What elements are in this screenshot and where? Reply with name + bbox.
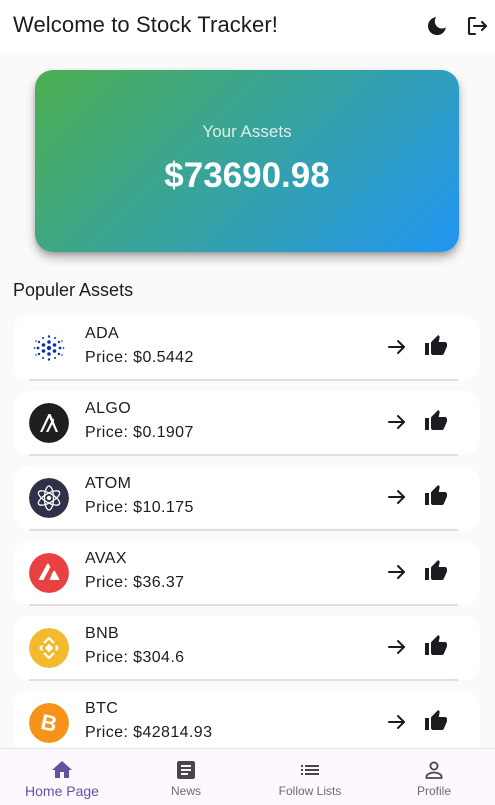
news-icon xyxy=(174,758,198,782)
asset-price: Price: $0.1907 xyxy=(85,424,194,441)
bottom-nav: Home Page News Follow Lists Profile xyxy=(0,748,495,805)
asset-symbol: BNB xyxy=(85,625,120,642)
asset-symbol: AVAX xyxy=(85,550,127,567)
asset-row-ada[interactable]: ADA Price: $0.5442 xyxy=(13,316,480,381)
nav-home[interactable]: Home Page xyxy=(0,749,124,805)
bitcoin-icon: B xyxy=(29,703,69,743)
thumb-up-icon[interactable] xyxy=(424,484,448,508)
assets-label: Your Assets xyxy=(202,122,292,141)
asset-row-btc[interactable]: B BTC Price: $42814.93 xyxy=(13,691,480,748)
asset-price: Price: $10.175 xyxy=(85,499,194,516)
nav-news[interactable]: News xyxy=(124,749,248,805)
arrow-right-icon[interactable] xyxy=(385,635,409,659)
asset-symbol: ADA xyxy=(85,325,120,342)
section-title: Populer Assets xyxy=(13,280,134,300)
main-content[interactable]: Your Assets $73690.98 Populer Assets ADA… xyxy=(0,52,495,748)
avalanche-icon xyxy=(29,553,69,593)
asset-row-bnb[interactable]: BNB Price: $304.6 xyxy=(13,616,480,681)
arrow-right-icon[interactable] xyxy=(385,485,409,509)
arrow-right-icon[interactable] xyxy=(385,710,409,734)
thumb-up-icon[interactable] xyxy=(424,634,448,658)
cardano-icon xyxy=(29,328,69,368)
row-divider xyxy=(29,529,458,531)
asset-price: Price: $36.37 xyxy=(85,574,185,591)
asset-row-avax[interactable]: AVAX Price: $36.37 xyxy=(13,541,480,606)
row-divider xyxy=(29,679,458,681)
thumb-up-icon[interactable] xyxy=(424,559,448,583)
asset-price: Price: $42814.93 xyxy=(85,724,213,741)
asset-price: Price: $304.6 xyxy=(85,649,185,666)
app-bar: Welcome to Stock Tracker! xyxy=(0,0,495,52)
nav-follow-lists[interactable]: Follow Lists xyxy=(248,749,372,805)
thumb-up-icon[interactable] xyxy=(424,709,448,733)
nav-label: Follow Lists xyxy=(278,784,342,798)
asset-price: Price: $0.5442 xyxy=(85,349,194,366)
nav-label: News xyxy=(170,784,201,798)
asset-symbol: BTC xyxy=(85,700,119,717)
arrow-right-icon[interactable] xyxy=(385,335,409,359)
arrow-right-icon[interactable] xyxy=(385,410,409,434)
thumb-up-icon[interactable] xyxy=(424,334,448,358)
row-divider xyxy=(29,379,458,381)
moon-icon[interactable] xyxy=(425,14,449,38)
asset-row-atom[interactable]: ATOM Price: $10.175 xyxy=(13,466,480,531)
assets-summary-card: Your Assets $73690.98 xyxy=(35,70,459,252)
row-divider xyxy=(29,454,458,456)
cosmos-icon xyxy=(29,478,69,518)
assets-total-value: $73690.98 xyxy=(164,156,330,195)
list-icon xyxy=(298,758,322,782)
nav-label: Home Page xyxy=(25,783,99,799)
thumb-up-icon[interactable] xyxy=(424,409,448,433)
asset-row-algo[interactable]: ALGO Price: $0.1907 xyxy=(13,391,480,456)
home-icon xyxy=(50,758,74,782)
logout-icon[interactable] xyxy=(465,14,489,38)
asset-symbol: ATOM xyxy=(85,475,132,492)
algorand-icon xyxy=(29,403,69,443)
app-title: Welcome to Stock Tracker! xyxy=(13,12,278,37)
row-divider xyxy=(29,604,458,606)
profile-icon xyxy=(422,758,446,782)
binance-icon xyxy=(29,628,69,668)
nav-label: Profile xyxy=(416,784,451,798)
nav-profile[interactable]: Profile xyxy=(372,749,495,805)
asset-symbol: ALGO xyxy=(85,400,132,417)
arrow-right-icon[interactable] xyxy=(385,560,409,584)
